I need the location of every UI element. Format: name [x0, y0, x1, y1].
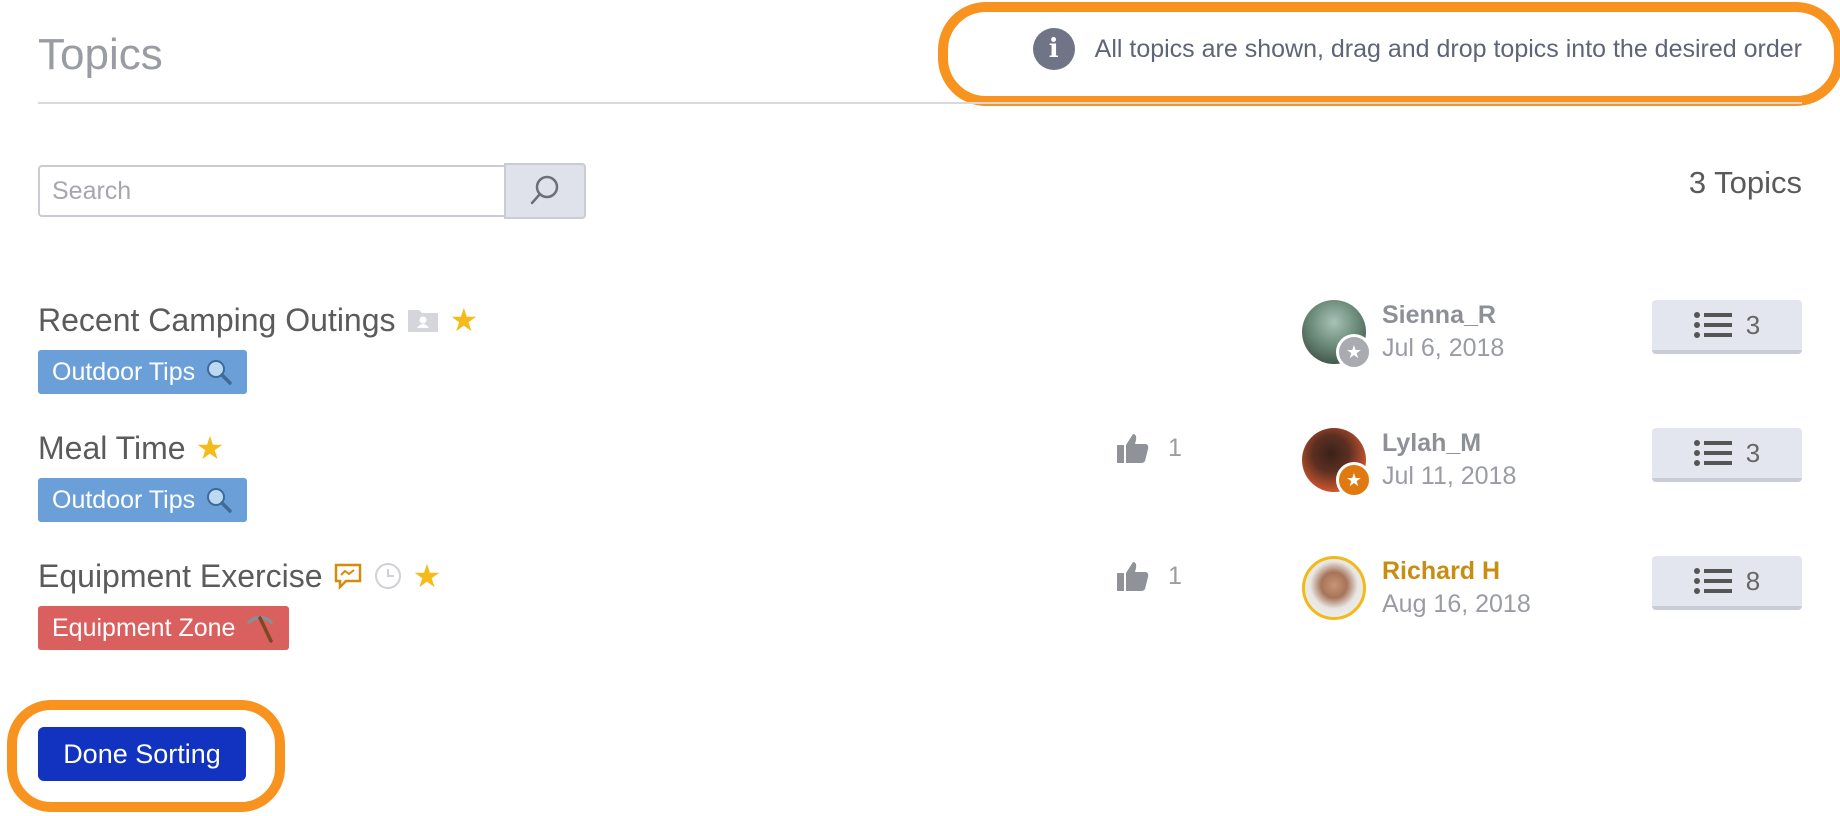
- pickaxe-icon: [247, 615, 274, 643]
- author-name[interactable]: Richard H: [1382, 557, 1531, 586]
- author-name[interactable]: Lylah_M: [1382, 429, 1516, 458]
- author-name[interactable]: Sienna_R: [1382, 301, 1504, 330]
- reply-count: 3: [1745, 309, 1761, 340]
- magnifier-icon: [207, 360, 232, 385]
- topic-title[interactable]: Meal Time: [38, 430, 186, 467]
- like-count: 1: [1168, 433, 1182, 462]
- topic-tag[interactable]: Equipment Zone: [38, 606, 290, 650]
- post-date: Aug 16, 2018: [1382, 590, 1531, 618]
- tag-label: Equipment Zone: [52, 613, 236, 642]
- avatar[interactable]: ★: [1302, 300, 1372, 370]
- list-icon: [1693, 312, 1732, 338]
- likes[interactable]: 1: [1116, 432, 1182, 464]
- topic-row[interactable]: Meal Time ★ Outdoor Tips 1 ★ Lylah_M Jul…: [38, 426, 1802, 536]
- topic-author: ★ Sienna_R Jul 6, 2018: [1302, 300, 1505, 370]
- search-input[interactable]: [38, 165, 504, 217]
- topic-author: Richard H Aug 16, 2018: [1302, 556, 1531, 620]
- star-badge-icon: ★: [1336, 462, 1372, 498]
- star-icon: ★: [449, 302, 479, 338]
- info-icon: i: [1032, 28, 1075, 70]
- star-icon: ★: [195, 430, 225, 466]
- star-badge-icon: ★: [1336, 334, 1372, 370]
- topic-row[interactable]: Equipment Exercise ★ Equipment Zone 1 Ri…: [38, 554, 1802, 664]
- search-icon: [530, 175, 559, 205]
- topic-count: 3 Topics: [1688, 165, 1802, 200]
- topic-tag[interactable]: Outdoor Tips: [38, 350, 248, 394]
- topic-title[interactable]: Recent Camping Outings: [38, 302, 396, 339]
- info-banner: i All topics are shown, drag and drop to…: [1032, 28, 1802, 70]
- clock-icon: [374, 563, 401, 589]
- like-count: 1: [1168, 561, 1182, 590]
- topic-author: ★ Lylah_M Jul 11, 2018: [1302, 428, 1517, 498]
- reply-count: 8: [1745, 565, 1761, 596]
- folder-user-icon: [407, 310, 438, 332]
- reply-count-button[interactable]: 3: [1652, 428, 1802, 482]
- chat-bubble-icon: [334, 563, 361, 590]
- info-message: All topics are shown, drag and drop topi…: [1094, 34, 1802, 63]
- done-sorting-button[interactable]: Done Sorting: [38, 727, 246, 781]
- topic-title[interactable]: Equipment Exercise: [38, 558, 323, 595]
- post-date: Jul 11, 2018: [1382, 462, 1517, 490]
- list-icon: [1693, 568, 1732, 594]
- topic-tag[interactable]: Outdoor Tips: [38, 478, 248, 522]
- tag-label: Outdoor Tips: [52, 485, 196, 514]
- tag-label: Outdoor Tips: [52, 357, 196, 386]
- list-icon: [1693, 440, 1732, 466]
- search-bar: [38, 163, 586, 219]
- reply-count-button[interactable]: 3: [1652, 300, 1802, 354]
- page-title: Topics: [38, 30, 163, 79]
- magnifier-icon: [207, 488, 232, 513]
- avatar[interactable]: [1302, 556, 1366, 620]
- post-date: Jul 6, 2018: [1382, 334, 1505, 362]
- thumbs-up-icon: [1117, 434, 1149, 463]
- avatar[interactable]: ★: [1302, 428, 1372, 498]
- reply-count-button[interactable]: 8: [1652, 556, 1802, 610]
- thumbs-up-icon: [1117, 562, 1149, 591]
- likes[interactable]: 1: [1116, 560, 1182, 592]
- header-divider: [38, 102, 1802, 104]
- reply-count: 3: [1745, 437, 1761, 468]
- search-button[interactable]: [504, 163, 586, 219]
- star-icon: ★: [412, 558, 442, 594]
- topic-row[interactable]: Recent Camping Outings ★ Outdoor Tips ★ …: [38, 298, 1802, 408]
